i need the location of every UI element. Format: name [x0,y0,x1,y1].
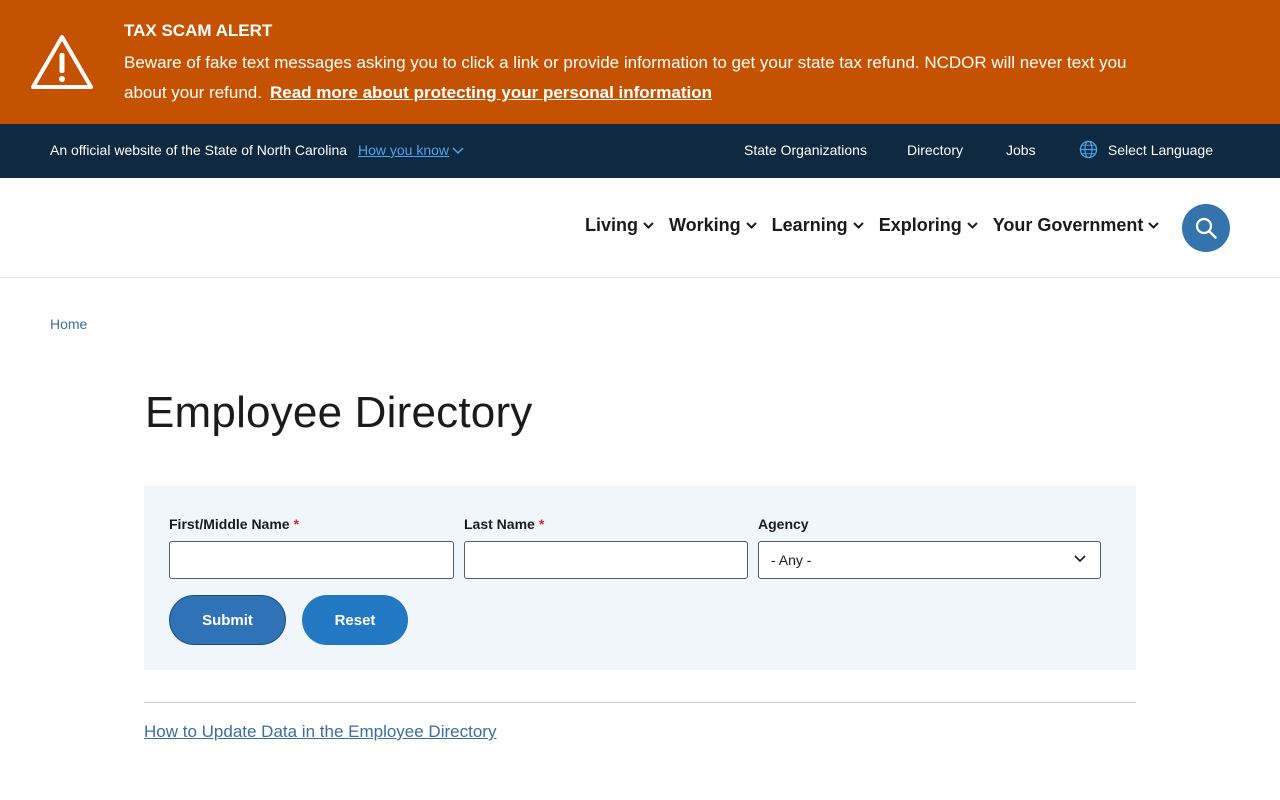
nav-your-government-label: Your Government [992,215,1144,235]
chevron-down-icon [1148,222,1160,229]
nav-item-working[interactable]: Working [669,215,757,236]
search-icon [1195,217,1217,239]
search-button[interactable] [1182,204,1230,252]
alert-title: TAX SCAM ALERT [124,21,273,40]
globe-icon [1079,140,1098,159]
nav-item-your-government[interactable]: Your Government [993,215,1160,236]
main-nav: Living Working Learning Exploring Your G… [585,215,1160,236]
warning-icon [31,35,93,89]
chevron-down-icon [966,222,978,229]
chevron-down-icon [852,222,864,229]
nav-learning-label: Learning [771,215,848,235]
state-organizations-link[interactable]: State Organizations [744,142,867,158]
last-name-label: Last Name * [464,516,544,532]
how-you-know-label: How you know [358,142,450,158]
alert-body: Beware of fake text messages asking you … [124,48,1134,108]
page-title: Employee Directory [145,388,533,437]
select-language-button[interactable]: Select Language [1079,140,1213,159]
submit-button[interactable]: Submit [169,595,286,645]
site-header: Living Working Learning Exploring Your G… [0,178,1280,278]
update-data-help-link[interactable]: How to Update Data in the Employee Direc… [144,722,496,742]
official-site-text: An official website of the State of Nort… [50,142,348,158]
nav-exploring-label: Exploring [878,215,962,235]
employee-search-form: First/Middle Name * Last Name * Agency - A… [144,486,1136,670]
nav-working-label: Working [669,215,741,235]
first-name-input[interactable] [169,541,454,579]
chevron-down-icon [643,222,654,229]
tax-scam-alert-banner: TAX SCAM ALERT Beware of fake text messa… [0,0,1280,124]
agency-select[interactable]: - Any - [758,541,1101,579]
jobs-link[interactable]: Jobs [1006,142,1036,158]
select-language-label: Select Language [1107,141,1213,158]
last-name-label-text: Last Name [464,516,535,532]
how-you-know-toggle[interactable]: How you know [358,142,464,158]
required-marker: * [293,516,300,532]
agency-selected-value: - Any - [771,552,812,568]
nav-item-exploring[interactable]: Exploring [879,215,978,236]
nav-item-living[interactable]: Living [585,215,654,236]
alert-read-more-link[interactable]: Read more about protecting your personal… [270,83,712,102]
chevron-down-icon [1074,555,1086,563]
required-marker: * [538,516,545,532]
chevron-down-icon [745,222,757,229]
directory-link[interactable]: Directory [907,142,963,158]
last-name-input[interactable] [464,541,748,579]
divider [144,702,1136,703]
official-site-bar: An official website of the State of Nort… [0,124,1280,178]
reset-button[interactable]: Reset [302,595,408,645]
chevron-down-icon [452,147,464,155]
nav-item-learning[interactable]: Learning [772,215,864,236]
first-name-label: First/Middle Name * [169,516,299,532]
nav-living-label: Living [585,215,638,235]
first-name-label-text: First/Middle Name [169,516,290,532]
breadcrumb-home[interactable]: Home [50,316,87,332]
agency-label: Agency [758,516,809,532]
